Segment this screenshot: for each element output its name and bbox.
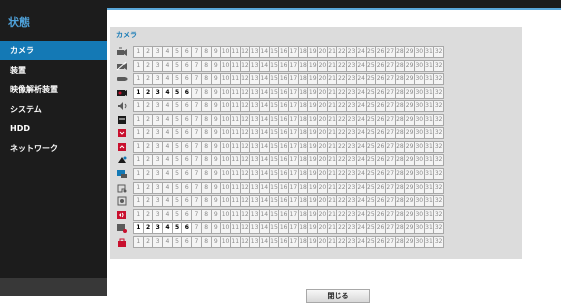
audio-icon: [116, 101, 128, 111]
motion-icon: [116, 155, 128, 165]
channel-cell: 32: [433, 222, 444, 235]
status-row: 1 2 3 4 5 6 7 8 9 10 11 12 13 14 15 16 17 18 19 20 21 22 23 24 2…: [116, 154, 512, 167]
channel-cell: 32: [433, 59, 444, 72]
status-row: 1 2 3 4 5 6 7 8 9 10 11 12 13 14 15 16 17 18 19 20 21 22 23 24 2…: [116, 113, 512, 126]
video-analytics-icon: [116, 169, 128, 179]
status-row: 1 2 3 4 5 6 7 8 9 10 11 12 13 14 15 16 17 18 19 20 21 22 23 24 2…: [116, 167, 512, 180]
top-bar: [107, 0, 561, 8]
camera-connection-icon: [116, 47, 128, 57]
channel-cell: 32: [433, 140, 444, 153]
event-recording-icon: [116, 223, 128, 234]
sidebar-footer: [0, 278, 107, 296]
alarm-in-icon: [116, 128, 128, 138]
sidebar-item-video-analytics[interactable]: 映像解析装置: [0, 80, 107, 99]
sidebar-item-system[interactable]: システム: [0, 100, 107, 119]
sidebar-item-camera[interactable]: カメラ: [0, 41, 107, 60]
face-detection-icon: [116, 196, 128, 206]
top-bar-accent: [107, 8, 561, 10]
status-row: 1 2 3 4 5 6 7 8 9 10 11 12 13 14 15 16 17 18 19 20 21 22 23 24 2…: [116, 46, 512, 58]
panel-label: カメラ: [116, 31, 137, 39]
channel-cell: 32: [433, 154, 444, 167]
channel-cell: 32: [433, 195, 444, 208]
lock-icon: [116, 237, 128, 247]
status-row: 1 2 3 4 5 6 7 8 9 10 11 12 13 14 15 16 17 18 19 20 21 22 23 24 2…: [116, 208, 512, 221]
alarm-out-icon: [116, 142, 128, 152]
sidebar: 状態 カメラ 装置 映像解析装置 システム HDD ネットワーク: [0, 0, 107, 296]
status-row: 1 2 3 4 5 6 7 8 9 10 11 12 13 14 15 16 17 18 19 20 21 22 23 24 2…: [116, 195, 512, 208]
status-row: 1 2 3 4 5 6 7 8 9 10 11 12 13 14 15 16 17 18 19 20 21 22 23 24 2…: [116, 100, 512, 113]
channel-cell: 32: [433, 127, 444, 140]
sidebar-item-device[interactable]: 装置: [0, 61, 107, 80]
close-button[interactable]: 閉じる: [306, 289, 370, 303]
status-row: 1 2 3 4 5 6 7 8 9 10 11 12 13 14 15 16 17 18 19 20 21 22 23 24 2…: [116, 235, 512, 248]
tampering-icon: [116, 183, 128, 193]
channel-cell: 32: [433, 86, 444, 99]
channel-cell: 32: [433, 73, 444, 86]
status-row: 1 2 3 4 5 6 7 8 9 10 11 12 13 14 15 16 17 18 19 20 21 22 23 24 2…: [116, 127, 512, 140]
status-row: 1 2 3 4 5 6 7 8 9 10 11 12 13 14 15 16 17 18 19 20 21 22 23 24 2…: [116, 181, 512, 194]
sidebar-item-network[interactable]: ネットワーク: [0, 139, 107, 158]
channel-cell: 32: [433, 167, 444, 180]
channel-cell: 32: [433, 100, 444, 113]
status-row: 1 2 3 4 5 6 7 8 9 10 11 12 13 14 15 16 17 18 19 20 21 22 23 24 2…: [116, 86, 512, 99]
status-row: 1 2 3 4 5 6 7 8 9 10 11 12 13 14 15 16 17 18 19 20 21 22 23 24 2…: [116, 73, 512, 86]
channel-cell: 32: [433, 181, 444, 194]
channel-cell: 32: [433, 46, 444, 58]
channel-cell: 32: [433, 208, 444, 221]
camera-disconnected-icon: [116, 61, 128, 71]
video-loss-icon: [116, 115, 128, 125]
video-recording-icon: [116, 88, 128, 98]
status-row: 1 2 3 4 5 6 7 8 9 10 11 12 13 14 15 16 17 18 19 20 21 22 23 24 2…: [116, 59, 512, 72]
sidebar-item-hdd[interactable]: HDD: [0, 119, 107, 138]
channel-cell: 32: [433, 113, 444, 126]
status-row: 1 2 3 4 5 6 7 8 9 10 11 12 13 14 15 16 17 18 19 20 21 22 23 24 2…: [116, 140, 512, 153]
sidebar-title: 状態: [8, 16, 30, 29]
channel-cell: 32: [433, 235, 444, 248]
record-icon: [116, 74, 128, 84]
audio-detection-icon: [116, 210, 128, 220]
status-row: 1 2 3 4 5 6 7 8 9 10 11 12 13 14 15 16 17 18 19 20 21 22 23 24 2…: [116, 222, 512, 235]
